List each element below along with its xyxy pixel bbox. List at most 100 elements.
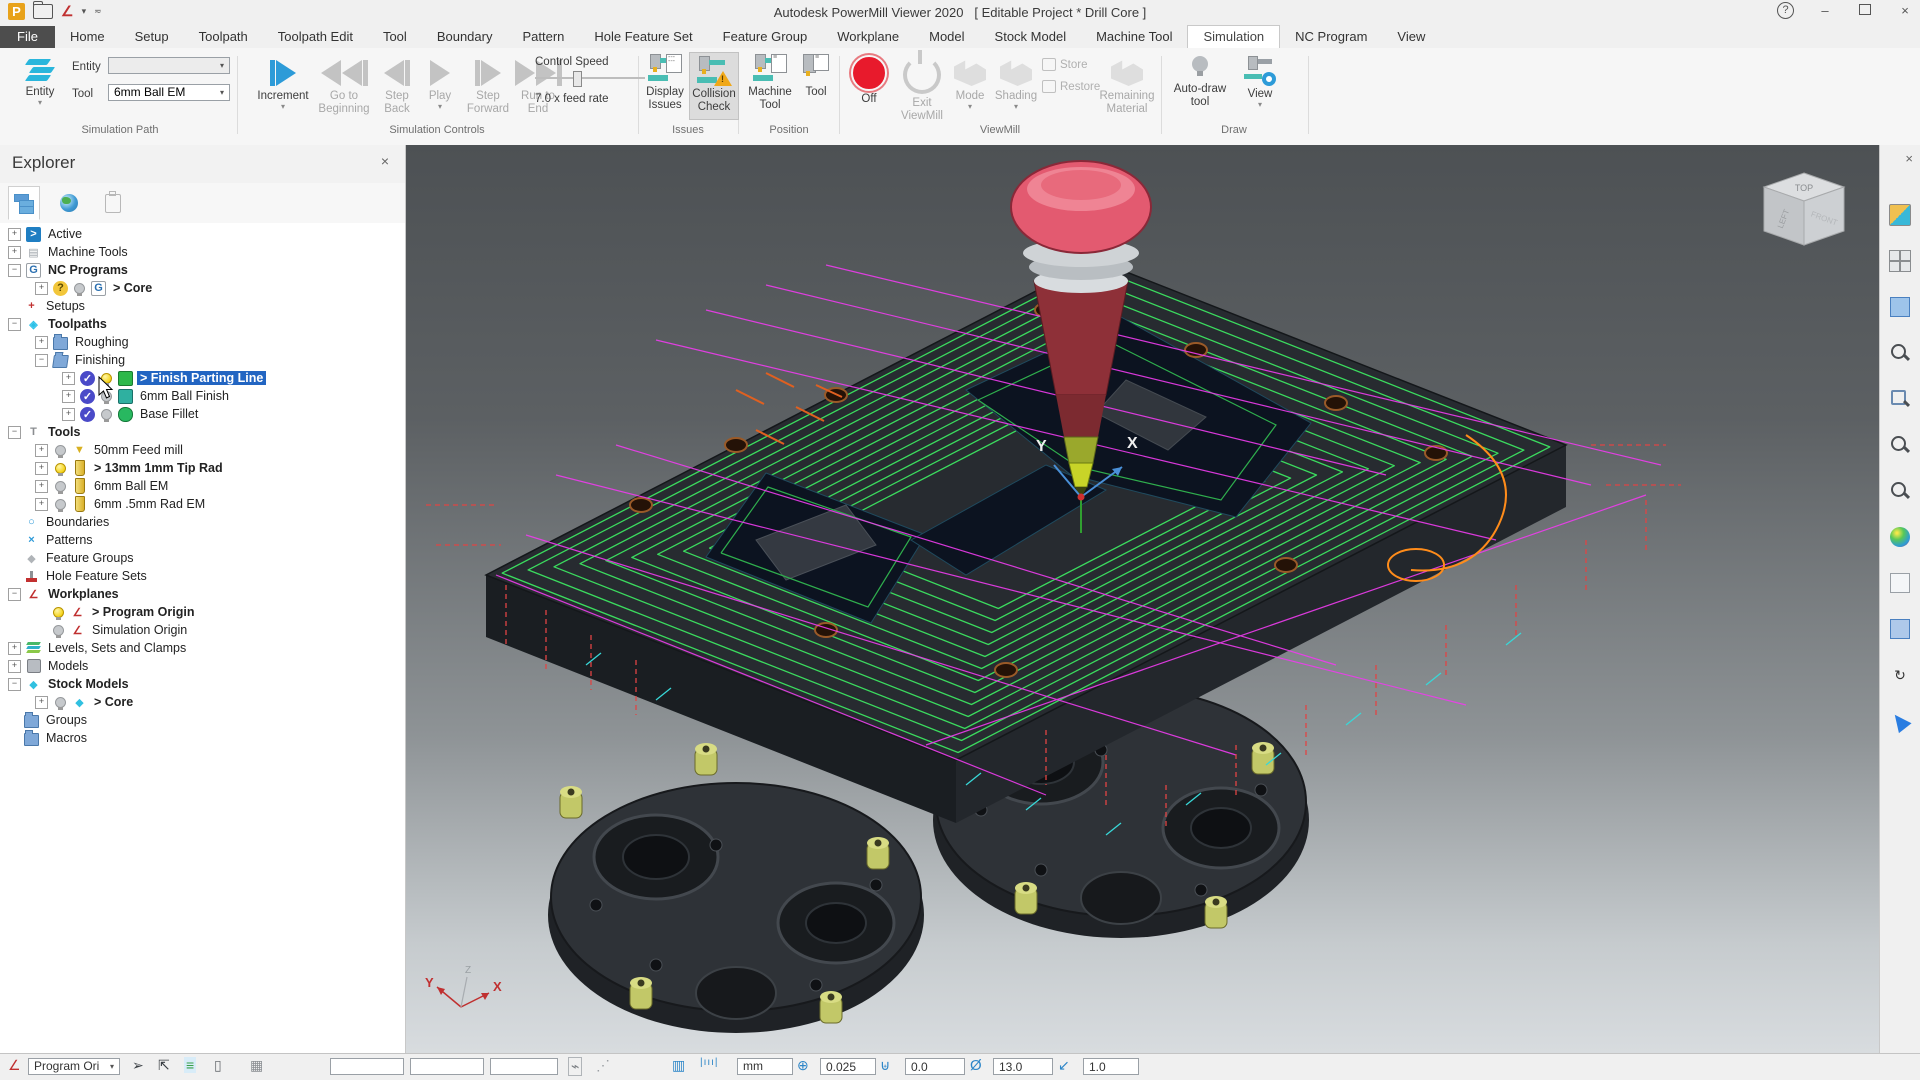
expand-icon[interactable]: + [8,228,21,241]
tab-toolpath-edit[interactable]: Toolpath Edit [263,26,368,48]
slider-thumb[interactable] [573,71,582,87]
tree-item-13mm-1mm-tip-rad[interactable]: +> 13mm 1mm Tip Rad [0,459,405,477]
collapse-icon[interactable]: − [8,318,21,331]
measure-tool-icon[interactable]: ⋰ [596,1057,610,1074]
multicolour-shading-icon[interactable] [1888,525,1912,549]
restore-button[interactable]: Restore [1042,80,1100,93]
collapse-icon[interactable]: − [8,678,21,691]
tree-item-models[interactable]: +Models [0,657,405,675]
collision-check-button[interactable]: Collision Check [689,52,739,120]
expand-icon[interactable]: + [35,462,48,475]
auto-draw-tool-button[interactable]: Auto-draw tool [1168,56,1232,109]
tab-toolpath[interactable]: Toolpath [184,26,263,48]
expand-icon[interactable]: + [8,642,21,655]
tab-stock-model[interactable]: Stock Model [980,26,1082,48]
collapse-icon[interactable]: − [8,264,21,277]
snap-toggle-icon[interactable]: ⌁ [568,1057,582,1076]
tree-item-patterns[interactable]: ×Patterns [0,531,405,549]
tolerance-field[interactable]: 0.025 [820,1058,876,1075]
tab-model[interactable]: Model [914,26,979,48]
expand-icon[interactable]: + [35,480,48,493]
increment-button[interactable]: Increment▾ [252,56,314,111]
collapse-icon[interactable]: − [35,354,48,367]
mode-button[interactable]: Mode▾ [950,56,990,111]
tree-item-6mm-ball-finish[interactable]: +✓6mm Ball Finish [0,387,405,405]
tab-workplane[interactable]: Workplane [822,26,914,48]
iso-view-icon[interactable] [1888,203,1912,227]
tree-item-feature-groups[interactable]: ◆Feature Groups [0,549,405,567]
explorer-clipboard-tab[interactable] [98,187,128,219]
tree-item-macros[interactable]: Macros [0,729,405,747]
tool-combo[interactable]: 6mm Ball EM▾ [108,84,230,101]
tool-position-button[interactable]: ≡ Tool [798,54,834,99]
shaded-cube-icon[interactable] [1888,295,1912,319]
tree-item-groups[interactable]: Groups [0,711,405,729]
viewport-3d[interactable]: Y X TOP LEFT FRONT Y X Z [406,145,1879,1053]
tab-pattern[interactable]: Pattern [507,26,579,48]
viewmill-off-button[interactable]: Off [848,55,890,106]
tree-item-finish-parting-line[interactable]: +✓> Finish Parting Line [0,369,405,387]
maximize-icon[interactable] [1856,3,1874,18]
thickness-field[interactable]: 0.0 [905,1058,965,1075]
tree-item-workplanes[interactable]: −∠Workplanes [0,585,405,603]
units-combo[interactable]: mm [737,1058,793,1075]
zoom-box-icon[interactable] [1888,479,1912,503]
exit-viewmill-button[interactable]: Exit ViewMill [896,56,948,123]
tab-nc-program[interactable]: NC Program [1280,26,1382,48]
step-forward-button[interactable]: Step Forward [462,56,514,116]
grid-icon[interactable]: ▦ [250,1057,263,1074]
tree-item-setups[interactable]: +Setups [0,297,405,315]
diameter-field[interactable]: 13.0 [993,1058,1053,1075]
tab-tool[interactable]: Tool [368,26,422,48]
tree-item-machine-tools[interactable]: +▤Machine Tools [0,243,405,261]
view-toolbar-close-icon[interactable]: × [1905,151,1913,166]
close-icon[interactable]: × [1896,3,1914,18]
tab-feature-group[interactable]: Feature Group [708,26,823,48]
tree-item-tools[interactable]: −TTools [0,423,405,441]
control-speed-slider[interactable] [535,77,645,79]
expand-icon[interactable]: + [62,390,75,403]
tree-item-roughing[interactable]: +Roughing [0,333,405,351]
expand-icon[interactable]: + [35,498,48,511]
tree-item-active[interactable]: +>Active [0,225,405,243]
tree-item-program-origin[interactable]: ∠> Program Origin [0,603,405,621]
tab-hole-feature-set[interactable]: Hole Feature Set [579,26,707,48]
view-cube[interactable]: TOP LEFT FRONT [1764,173,1844,245]
tree-item-simulation-origin[interactable]: ∠Simulation Origin [0,621,405,639]
zoom-page-icon[interactable] [1888,387,1912,411]
rotate-cursor-icon[interactable]: ↻ [1888,663,1912,687]
zoom-to-fit-icon[interactable] [1888,341,1912,365]
store-button[interactable]: Store [1042,58,1088,71]
expand-icon[interactable]: + [62,372,75,385]
expand-icon[interactable]: + [62,408,75,421]
coordinate-z-field[interactable] [490,1058,558,1075]
play-button[interactable]: Play▾ [422,56,458,111]
transparent-view-icon[interactable] [1888,617,1912,641]
explorer-web-tab[interactable] [54,187,84,219]
clipboard-status-icon[interactable]: ▯ [214,1057,222,1074]
tab-simulation[interactable]: Simulation [1187,25,1280,48]
select-entity-icon[interactable]: ➢ [132,1057,144,1074]
remaining-material-button[interactable]: Remaining Material [1096,56,1158,116]
entity-button[interactable]: Entity ▾ [12,56,68,107]
levels-clamps-icon[interactable]: ≡ [184,1057,196,1073]
expand-icon[interactable]: + [35,444,48,457]
tree-item-6mm-ball-em[interactable]: +6mm Ball EM [0,477,405,495]
machine-tool-button[interactable]: ≡ Machine Tool [746,54,794,112]
tree-item-finishing[interactable]: −Finishing [0,351,405,369]
help-icon[interactable]: ? [1777,2,1794,19]
collapse-icon[interactable]: − [8,426,21,439]
tree-item-nc-programs[interactable]: −GNC Programs [0,261,405,279]
tab-setup[interactable]: Setup [120,26,184,48]
select-cursor-icon[interactable] [1888,709,1912,733]
tree-item-50mm-feed-mill[interactable]: +▼50mm Feed mill [0,441,405,459]
expand-icon[interactable]: + [35,336,48,349]
wireframe-view-icon[interactable] [1888,571,1912,595]
display-issues-button[interactable]: ------ Display Issues [643,54,687,112]
scale-field[interactable]: 1.0 [1083,1058,1139,1075]
tab-machine-tool[interactable]: Machine Tool [1081,26,1187,48]
tree-item-stock-models[interactable]: −◆Stock Models [0,675,405,693]
tree-item-levels-sets-and-clamps[interactable]: +Levels, Sets and Clamps [0,639,405,657]
view-draw-button[interactable]: View▾ [1238,56,1282,109]
tab-boundary[interactable]: Boundary [422,26,508,48]
